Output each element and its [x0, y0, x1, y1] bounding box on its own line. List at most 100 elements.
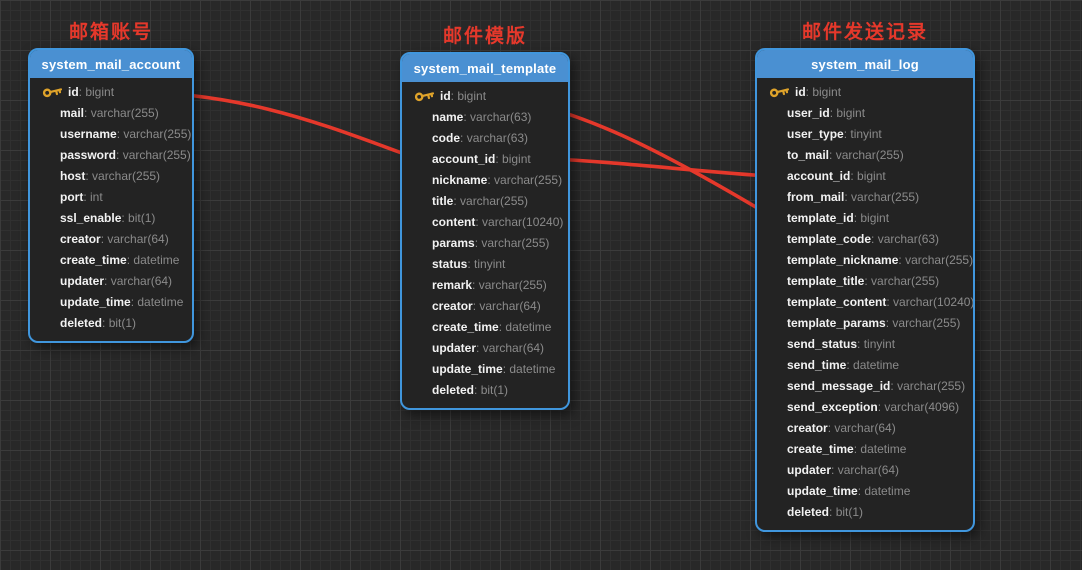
field-row[interactable]: paramsvarchar(255)	[402, 232, 568, 253]
field-type: varchar(64)	[473, 299, 541, 313]
field-type: datetime	[846, 358, 899, 372]
table-box[interactable]: system_mail_template idbigint namevarcha…	[400, 52, 570, 410]
table-title-bar[interactable]: system_mail_log	[757, 50, 973, 78]
field-row[interactable]: mailvarchar(255)	[30, 102, 192, 123]
field-row[interactable]: create_timedatetime	[757, 438, 973, 459]
field-name: template_code	[787, 232, 871, 246]
field-row[interactable]: remarkvarchar(255)	[402, 274, 568, 295]
table-title-bar[interactable]: system_mail_template	[402, 54, 568, 82]
field-row[interactable]: send_timedatetime	[757, 354, 973, 375]
field-row[interactable]: codevarchar(63)	[402, 127, 568, 148]
field-type: varchar(64)	[101, 232, 169, 246]
field-row[interactable]: template_paramsvarchar(255)	[757, 312, 973, 333]
entity-table-system_mail_template[interactable]: 邮件模版 system_mail_template idbigint namev…	[400, 16, 570, 410]
field-name: send_exception	[787, 400, 878, 414]
field-type: varchar(255)	[864, 274, 939, 288]
table-title-bar[interactable]: system_mail_account	[30, 50, 192, 78]
field-row[interactable]: creatorvarchar(64)	[30, 228, 192, 249]
field-type: datetime	[858, 484, 911, 498]
field-name: account_id	[432, 152, 495, 166]
field-type: varchar(255)	[844, 190, 919, 204]
field-row[interactable]: portint	[30, 186, 192, 207]
field-name: deleted	[432, 383, 474, 397]
field-row[interactable]: creatorvarchar(64)	[402, 295, 568, 316]
field-row[interactable]: passwordvarchar(255)	[30, 144, 192, 165]
table-box[interactable]: system_mail_log idbigint user_idbigint u…	[755, 48, 975, 532]
relation-arrow-system_mail_log-account_id[interactable]	[538, 159, 775, 177]
field-type: varchar(64)	[476, 341, 544, 355]
table-field-list: idbigint namevarchar(63) codevarchar(63)…	[402, 82, 568, 408]
field-row[interactable]: idbigint	[30, 81, 192, 102]
field-name: mail	[60, 106, 84, 120]
field-name: update_time	[60, 295, 131, 309]
field-row[interactable]: update_timedatetime	[402, 358, 568, 379]
field-row[interactable]: updatervarchar(64)	[30, 270, 192, 291]
table-annotation-label[interactable]: 邮件模版	[400, 16, 570, 52]
field-type: varchar(255)	[898, 253, 973, 267]
field-row[interactable]: template_codevarchar(63)	[757, 228, 973, 249]
field-row[interactable]: from_mailvarchar(255)	[757, 186, 973, 207]
field-type: datetime	[854, 442, 907, 456]
field-row[interactable]: hostvarchar(255)	[30, 165, 192, 186]
field-row[interactable]: template_idbigint	[757, 207, 973, 228]
field-row[interactable]: user_typetinyint	[757, 123, 973, 144]
entity-table-system_mail_account[interactable]: 邮箱账号 system_mail_account idbigint mailva…	[28, 12, 194, 343]
entity-table-system_mail_log[interactable]: 邮件发送记录 system_mail_log idbigint user_idb…	[755, 12, 975, 532]
field-type: varchar(4096)	[878, 400, 959, 414]
field-type: bigint	[79, 85, 114, 99]
primary-key-icon	[40, 82, 64, 102]
field-type: bigint	[850, 169, 885, 183]
field-row[interactable]: send_exceptionvarchar(4096)	[757, 396, 973, 417]
field-row[interactable]: account_idbigint	[402, 148, 568, 169]
field-name: create_time	[787, 442, 854, 456]
field-name: status	[432, 257, 467, 271]
field-row[interactable]: account_idbigint	[757, 165, 973, 186]
field-row[interactable]: updatervarchar(64)	[757, 459, 973, 480]
table-annotation-label[interactable]: 邮箱账号	[28, 12, 194, 48]
field-row[interactable]: deletedbit(1)	[757, 501, 973, 522]
field-row[interactable]: idbigint	[757, 81, 973, 102]
field-row[interactable]: namevarchar(63)	[402, 106, 568, 127]
table-box[interactable]: system_mail_account idbigint mailvarchar…	[28, 48, 194, 343]
field-name: nickname	[432, 173, 487, 187]
field-name: deleted	[787, 505, 829, 519]
field-name: creator	[787, 421, 828, 435]
field-type: varchar(64)	[831, 463, 899, 477]
field-name: updater	[432, 341, 476, 355]
field-row[interactable]: send_statustinyint	[757, 333, 973, 354]
field-type: tinyint	[844, 127, 882, 141]
field-row[interactable]: contentvarchar(10240)	[402, 211, 568, 232]
field-row[interactable]: send_message_idvarchar(255)	[757, 375, 973, 396]
field-type: varchar(255)	[84, 106, 159, 120]
field-row[interactable]: user_idbigint	[757, 102, 973, 123]
field-type: varchar(64)	[828, 421, 896, 435]
field-row[interactable]: usernamevarchar(255)	[30, 123, 192, 144]
field-type: bigint	[451, 89, 486, 103]
field-name: to_mail	[787, 148, 829, 162]
field-type: varchar(255)	[117, 127, 192, 141]
field-row[interactable]: update_timedatetime	[757, 480, 973, 501]
field-row[interactable]: template_contentvarchar(10240)	[757, 291, 973, 312]
field-row[interactable]: nicknamevarchar(255)	[402, 169, 568, 190]
field-row[interactable]: update_timedatetime	[30, 291, 192, 312]
field-row[interactable]: template_nicknamevarchar(255)	[757, 249, 973, 270]
field-row[interactable]: deletedbit(1)	[30, 312, 192, 333]
field-name: send_time	[787, 358, 846, 372]
field-row[interactable]: idbigint	[402, 85, 568, 106]
table-annotation-label[interactable]: 邮件发送记录	[755, 12, 975, 48]
field-row[interactable]: create_timedatetime	[30, 249, 192, 270]
field-row[interactable]: create_timedatetime	[402, 316, 568, 337]
field-type: tinyint	[857, 337, 895, 351]
field-type: varchar(255)	[453, 194, 528, 208]
field-name: update_time	[787, 484, 858, 498]
field-row[interactable]: titlevarchar(255)	[402, 190, 568, 211]
field-row[interactable]: updatervarchar(64)	[402, 337, 568, 358]
field-row[interactable]: to_mailvarchar(255)	[757, 144, 973, 165]
diagram-canvas[interactable]: 邮箱账号 system_mail_account idbigint mailva…	[0, 0, 1082, 570]
field-type: datetime	[499, 320, 552, 334]
field-row[interactable]: creatorvarchar(64)	[757, 417, 973, 438]
field-row[interactable]: ssl_enablebit(1)	[30, 207, 192, 228]
field-row[interactable]: deletedbit(1)	[402, 379, 568, 400]
field-row[interactable]: template_titlevarchar(255)	[757, 270, 973, 291]
field-row[interactable]: statustinyint	[402, 253, 568, 274]
